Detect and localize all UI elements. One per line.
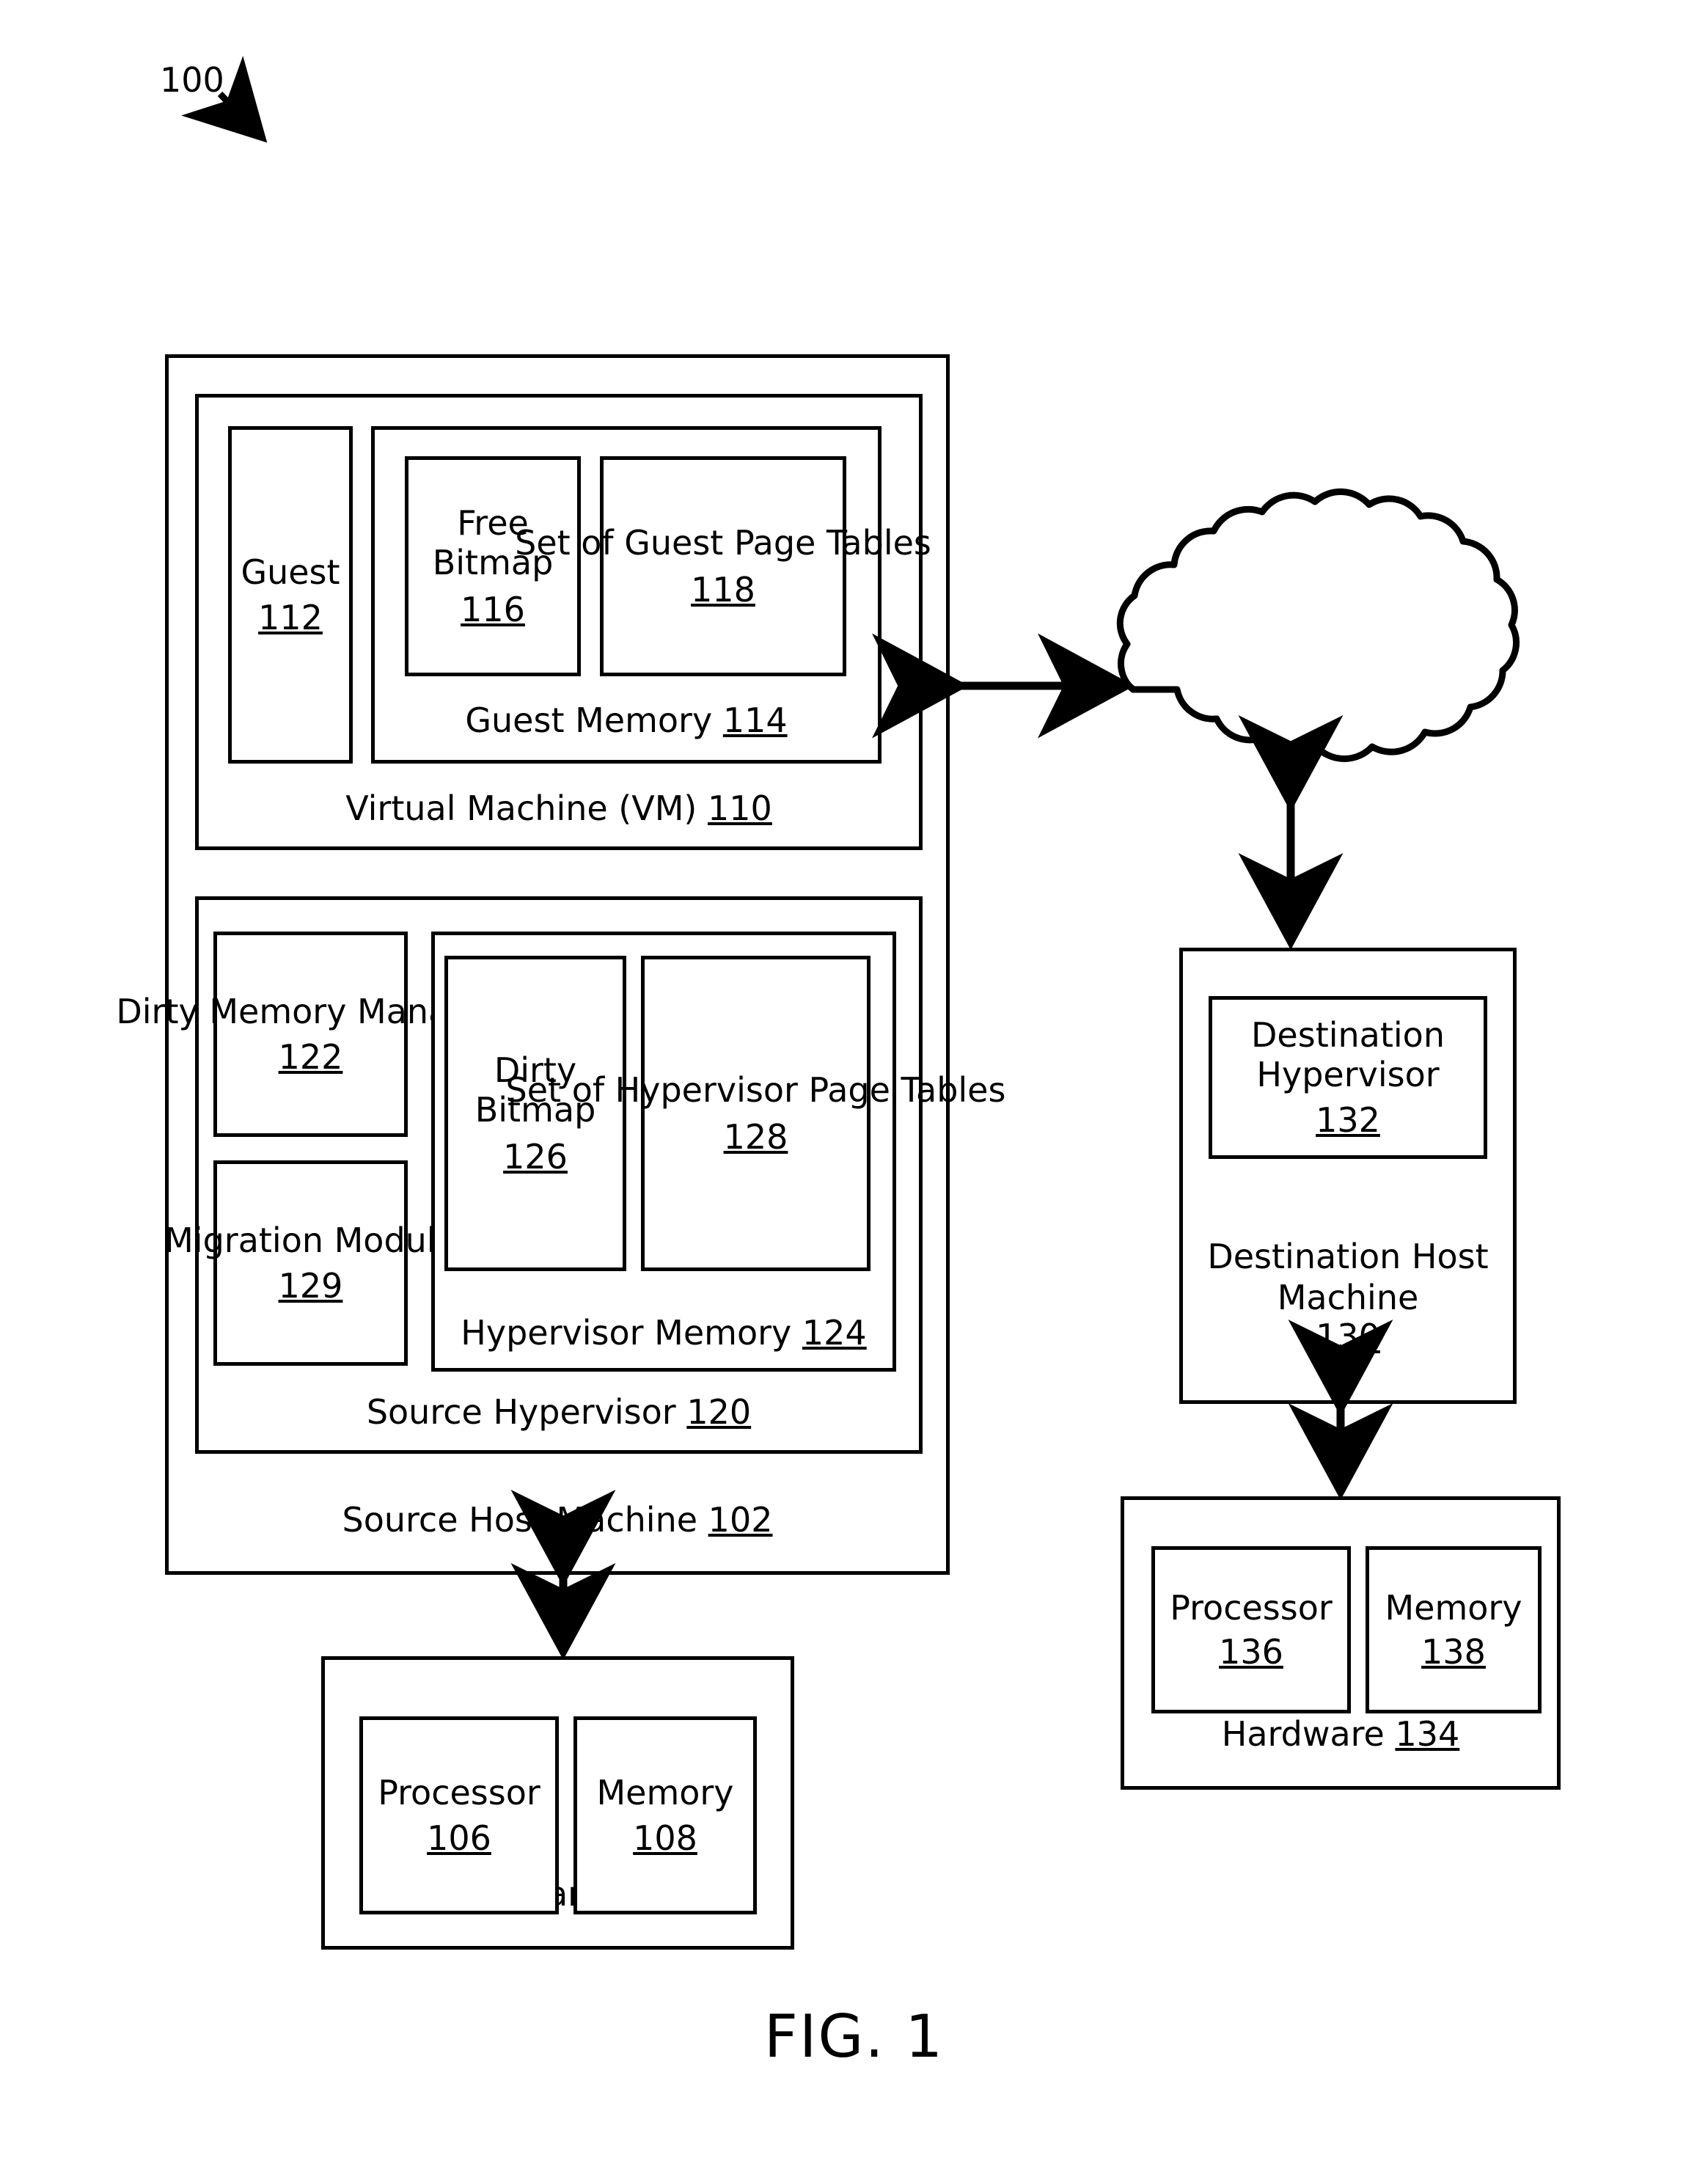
- guest-memory-label: Guest Memory 114: [371, 700, 882, 740]
- network-ref-wrap: 140: [1107, 682, 1445, 722]
- source-host-machine-label-text: Source Host Machine: [342, 1500, 698, 1540]
- source-host-machine-label: Source Host Machine 102: [165, 1500, 950, 1540]
- hypervisor-page-tables-label: Set of Hypervisor Page Tables: [505, 1070, 1006, 1110]
- destination-host-machine-ref: 130: [1316, 1317, 1380, 1356]
- guest-page-tables-label: Set of Guest Page Tables: [515, 523, 931, 563]
- dirty-memory-manager-box: Dirty Memory Manager 122: [116, 932, 505, 1137]
- hypervisor-page-tables-box: Set of Hypervisor Page Tables 128: [506, 956, 1005, 1271]
- network-label: Network: [1107, 629, 1445, 669]
- source-processor-label: Processor: [378, 1773, 540, 1812]
- destination-processor-box: Processor 136: [1151, 1546, 1351, 1713]
- figure-number-label: 100: [160, 60, 224, 100]
- migration-module-label: Migration Module: [164, 1221, 457, 1260]
- destination-processor-ref: 136: [1219, 1632, 1283, 1672]
- virtual-machine-ref: 110: [707, 789, 772, 828]
- destination-hardware-label-text: Hardware: [1221, 1714, 1385, 1754]
- destination-hypervisor-box: Destination Hypervisor 132: [1209, 996, 1487, 1159]
- migration-module-box: Migration Module 129: [164, 1160, 457, 1366]
- destination-hardware-label: Hardware 134: [1121, 1714, 1561, 1754]
- source-processor-box: Processor 106: [359, 1716, 559, 1914]
- guest-page-tables-ref: 118: [691, 570, 755, 610]
- destination-host-machine-ref-wrap: 130: [1179, 1317, 1517, 1356]
- source-hypervisor-ref: 120: [686, 1392, 752, 1432]
- guest-page-tables-box: Set of Guest Page Tables 118: [515, 456, 931, 676]
- source-hypervisor-label: Source Hypervisor 120: [195, 1392, 923, 1432]
- destination-hypervisor-ref: 132: [1316, 1100, 1380, 1140]
- destination-hypervisor-label: Destination Hypervisor: [1251, 1015, 1445, 1094]
- free-bitmap-ref: 116: [461, 590, 525, 629]
- destination-memory-ref: 138: [1421, 1632, 1486, 1672]
- virtual-machine-label: Virtual Machine (VM) 110: [195, 789, 923, 828]
- dirty-bitmap-box: Dirty Bitmap 126: [444, 956, 626, 1271]
- destination-host-machine-label: Destination Host Machine: [1207, 1237, 1489, 1318]
- free-bitmap-box: Free Bitmap 116: [405, 456, 581, 676]
- destination-memory-label: Memory: [1385, 1588, 1522, 1628]
- destination-memory-box: Memory 138: [1366, 1546, 1542, 1713]
- guest-label: Guest: [241, 552, 340, 592]
- migration-module-ref: 129: [278, 1266, 343, 1306]
- dirty-memory-manager-ref: 122: [278, 1037, 343, 1077]
- source-memory-ref: 108: [633, 1818, 697, 1858]
- dirty-bitmap-ref: 126: [503, 1137, 568, 1177]
- hypervisor-memory-label-text: Hypervisor Memory: [461, 1313, 792, 1353]
- destination-hardware-ref: 134: [1395, 1714, 1460, 1754]
- network-label-text: Network: [1205, 629, 1347, 669]
- source-memory-box: Memory 108: [573, 1716, 757, 1914]
- source-host-machine-ref: 102: [708, 1500, 773, 1540]
- destination-processor-label: Processor: [1170, 1588, 1333, 1628]
- network-ref: 140: [1244, 682, 1308, 722]
- hypervisor-memory-label: Hypervisor Memory 124: [431, 1313, 896, 1353]
- guest-memory-label-text: Guest Memory: [465, 700, 713, 740]
- patent-figure-page: 100 Source Host Machine 102 Virtual Mach…: [0, 0, 1708, 2166]
- guest-memory-ref: 114: [722, 700, 788, 740]
- guest-ref: 112: [258, 598, 323, 637]
- virtual-machine-label-text: Virtual Machine (VM): [345, 789, 697, 828]
- figure-leader-arrow: [181, 56, 268, 143]
- guest-box: Guest 112: [228, 426, 353, 764]
- source-memory-label: Memory: [596, 1773, 734, 1812]
- figure-caption: FIG. 1: [763, 2002, 945, 2071]
- source-processor-ref: 106: [427, 1818, 491, 1858]
- hypervisor-page-tables-ref: 128: [723, 1117, 788, 1157]
- source-hypervisor-label-text: Source Hypervisor: [366, 1392, 676, 1432]
- hypervisor-memory-ref: 124: [802, 1313, 867, 1353]
